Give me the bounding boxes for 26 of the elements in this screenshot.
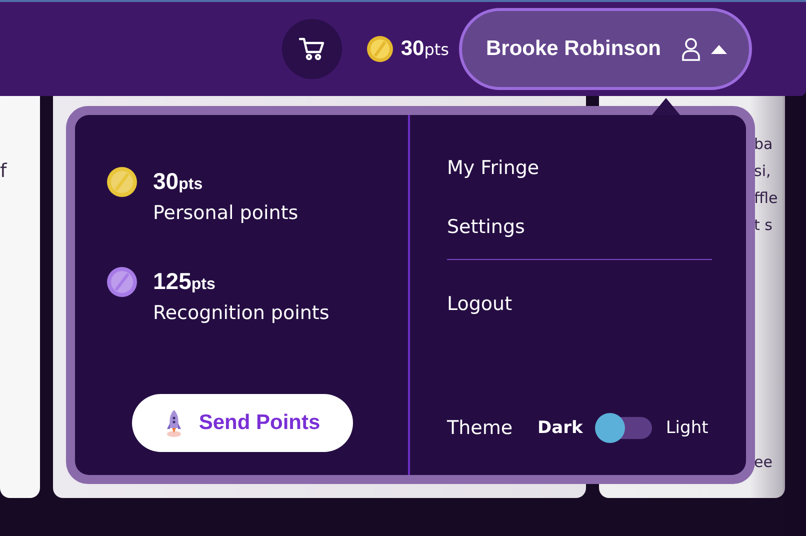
theme-option[interactable]: Dark <box>538 418 583 438</box>
points-label: Recognition points <box>153 301 330 326</box>
theme-option[interactable]: Light <box>666 418 708 438</box>
card-text: t s <box>754 215 772 236</box>
coin-icon <box>107 267 137 297</box>
points-amount: 125pts <box>153 267 216 296</box>
coin-icon <box>366 36 393 62</box>
person-icon <box>681 37 701 61</box>
cart-icon <box>298 36 325 62</box>
card-text: si, <box>754 161 771 182</box>
menu-link[interactable]: My Fringe <box>447 153 540 183</box>
coin-icon <box>107 167 137 197</box>
points-label: Personal points <box>153 201 298 226</box>
menu-link[interactable]: Logout <box>447 289 512 319</box>
points-balance: 30pts <box>400 37 449 61</box>
user-menu-button[interactable]: Brooke Robinson <box>458 8 752 90</box>
rocket-icon <box>164 409 183 437</box>
card-text: f <box>0 159 7 184</box>
send-points-button[interactable]: Send Points <box>132 394 353 452</box>
card-text: ba <box>754 134 773 155</box>
menu-link[interactable]: Settings <box>447 212 525 242</box>
card-text: ffle <box>754 188 778 209</box>
caret-up-icon <box>711 44 727 54</box>
card-text: ee <box>754 452 772 473</box>
points-amount: 30pts <box>153 167 204 196</box>
theme-label: Theme <box>447 417 513 439</box>
